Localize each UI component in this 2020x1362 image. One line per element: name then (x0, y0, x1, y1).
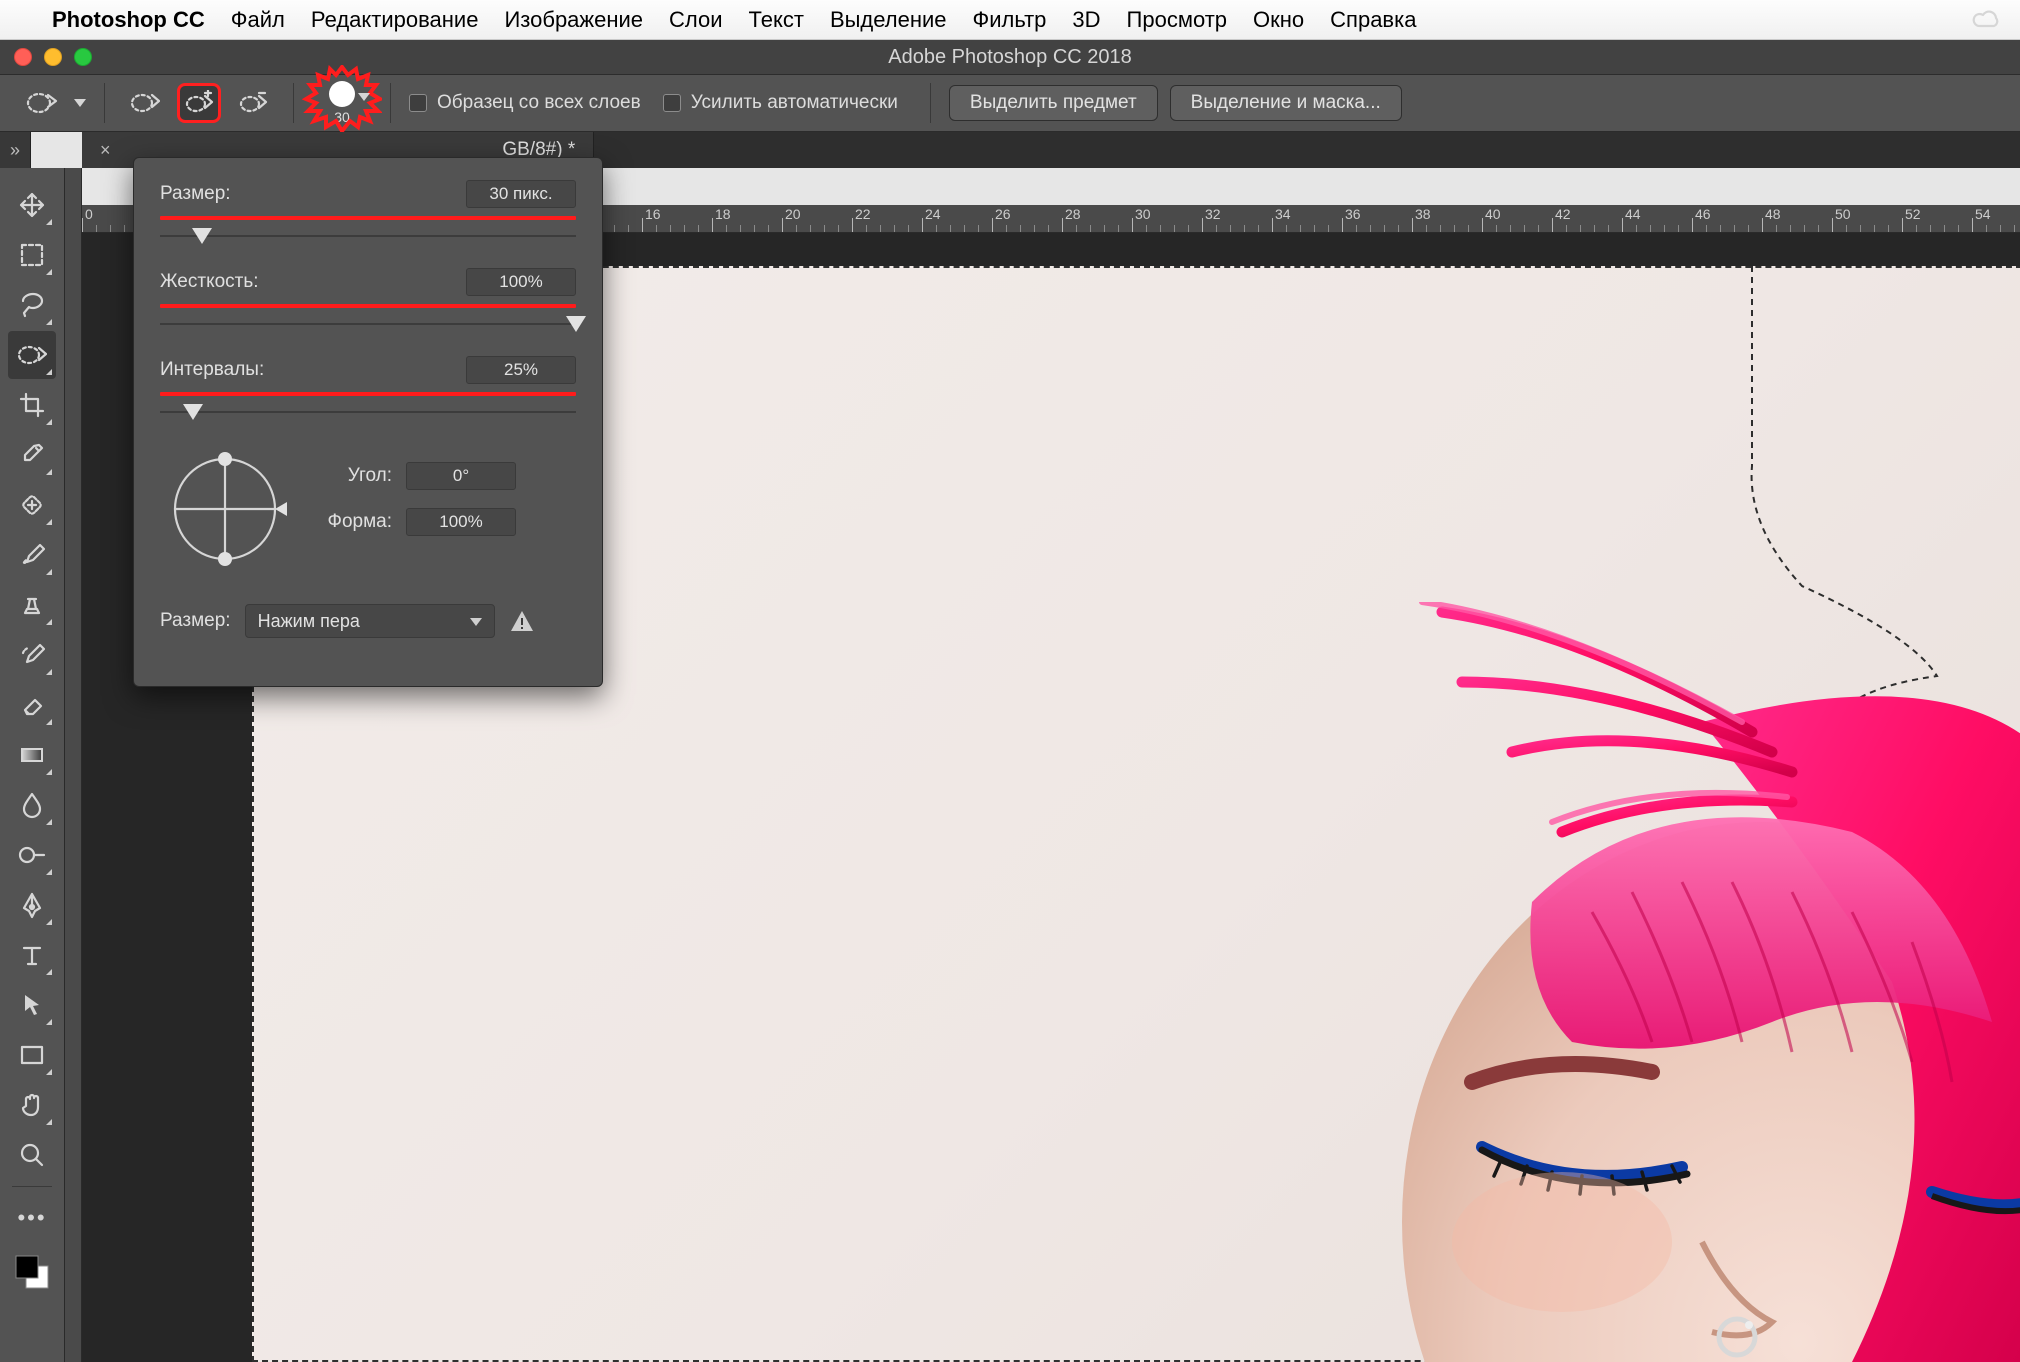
select-and-mask-button[interactable]: Выделение и маска... (1170, 85, 1402, 121)
brush-size-value: 30 (334, 109, 350, 125)
brush-roundness-input[interactable]: 100% (406, 508, 516, 536)
brush-hardness-label: Жесткость: (160, 271, 259, 293)
brush-angle-label: Угол: (318, 465, 392, 487)
brush-size-label: Размер: (160, 183, 231, 205)
marquee-tool[interactable] (8, 231, 56, 279)
auto-enhance-label: Усилить автоматически (691, 92, 898, 114)
highlight-underline (160, 304, 576, 308)
lasso-tool[interactable] (8, 281, 56, 329)
auto-enhance-checkbox[interactable] (663, 94, 681, 112)
dodge-tool[interactable] (8, 831, 56, 879)
hand-tool[interactable] (8, 1081, 56, 1129)
brush-spacing-input[interactable]: 25% (466, 356, 576, 384)
tool-preset-dropdown-icon[interactable] (74, 99, 86, 107)
crop-tool[interactable] (8, 381, 56, 429)
foreground-background-colors[interactable] (8, 1244, 56, 1300)
vertical-ruler-stub (65, 168, 82, 1362)
add-to-selection-icon[interactable] (177, 83, 221, 123)
window-title: Adobe Photoshop CC 2018 (0, 46, 2020, 69)
type-tool[interactable] (8, 931, 56, 979)
edit-toolbar-icon[interactable]: ••• (8, 1194, 56, 1242)
eraser-tool[interactable] (8, 681, 56, 729)
highlight-underline (160, 392, 576, 396)
mac-menubar: Photoshop CC Файл Редактирование Изображ… (0, 0, 2020, 40)
zoom-tool[interactable] (8, 1131, 56, 1179)
window-titlebar: Adobe Photoshop CC 2018 (0, 40, 2020, 74)
move-tool[interactable] (8, 181, 56, 229)
app-name[interactable]: Photoshop CC (52, 7, 205, 33)
menu-view[interactable]: Просмотр (1127, 7, 1227, 33)
brush-preview-icon (329, 81, 355, 107)
brush-hardness-input[interactable]: 100% (466, 268, 576, 296)
window-minimize-button[interactable] (44, 48, 62, 66)
tool-separator (12, 1186, 52, 1187)
healing-brush-tool[interactable] (8, 481, 56, 529)
gradient-tool[interactable] (8, 731, 56, 779)
menu-type[interactable]: Текст (749, 7, 804, 33)
brush-size-picker[interactable]: 30 (312, 75, 372, 131)
pen-tool[interactable] (8, 881, 56, 929)
brush-picker-dropdown-icon[interactable] (358, 93, 370, 101)
separator (104, 83, 105, 123)
brush-settings-popup: Размер: 30 пикс. Жесткость: 100% Интерва… (133, 157, 603, 687)
select-subject-button[interactable]: Выделить предмет (949, 85, 1158, 121)
menu-help[interactable]: Справка (1330, 7, 1416, 33)
slider-thumb[interactable] (192, 228, 212, 244)
eyedropper-tool[interactable] (8, 431, 56, 479)
brush-tool[interactable] (8, 531, 56, 579)
brush-spacing-label: Интервалы: (160, 359, 264, 381)
panel-expand-icon[interactable] (0, 132, 31, 168)
brush-roundness-label: Форма: (318, 511, 392, 533)
brush-angle-control[interactable] (160, 444, 290, 574)
slider-thumb[interactable] (183, 404, 203, 420)
tool-preset-icon[interactable] (20, 83, 64, 123)
slider-thumb[interactable] (566, 316, 586, 332)
clone-stamp-tool[interactable] (8, 581, 56, 629)
photo-subject (1232, 602, 2020, 1362)
menu-3d[interactable]: 3D (1072, 7, 1100, 33)
separator (293, 83, 294, 123)
history-brush-tool[interactable] (8, 631, 56, 679)
sample-all-layers-label: Образец со всех слоев (437, 92, 641, 114)
rectangle-tool[interactable] (8, 1031, 56, 1079)
window-zoom-button[interactable] (74, 48, 92, 66)
brush-angle-input[interactable]: 0° (406, 462, 516, 490)
separator (390, 83, 391, 123)
menu-window[interactable]: Окно (1253, 7, 1304, 33)
brush-size-slider[interactable] (160, 226, 576, 246)
brush-spacing-slider[interactable] (160, 402, 576, 422)
window-controls (0, 48, 92, 66)
window-close-button[interactable] (14, 48, 32, 66)
new-selection-icon[interactable] (123, 83, 167, 123)
brush-dynamics-label: Размер: (160, 610, 231, 632)
sample-all-layers-checkbox[interactable] (409, 94, 427, 112)
menu-edit[interactable]: Редактирование (311, 7, 479, 33)
brush-size-input[interactable]: 30 пикс. (466, 180, 576, 208)
brush-hardness-slider[interactable] (160, 314, 576, 334)
menu-layers[interactable]: Слои (669, 7, 723, 33)
menu-filter[interactable]: Фильтр (973, 7, 1047, 33)
separator (930, 83, 931, 123)
menu-select[interactable]: Выделение (830, 7, 947, 33)
quick-selection-tool[interactable] (8, 331, 56, 379)
menu-file[interactable]: Файл (231, 7, 285, 33)
menu-image[interactable]: Изображение (504, 7, 643, 33)
subtract-from-selection-icon[interactable] (231, 83, 275, 123)
options-bar: 30 Образец со всех слоев Усилить автомат… (0, 74, 2020, 132)
cc-cloud-icon[interactable] (1972, 9, 2002, 31)
tool-palette: ••• (0, 168, 65, 1362)
warning-icon (509, 608, 535, 634)
path-selection-tool[interactable] (8, 981, 56, 1029)
highlight-underline (160, 216, 576, 220)
blur-tool[interactable] (8, 781, 56, 829)
brush-dynamics-select[interactable]: Нажим пера (245, 604, 495, 638)
tab-close-icon[interactable]: × (100, 140, 111, 161)
